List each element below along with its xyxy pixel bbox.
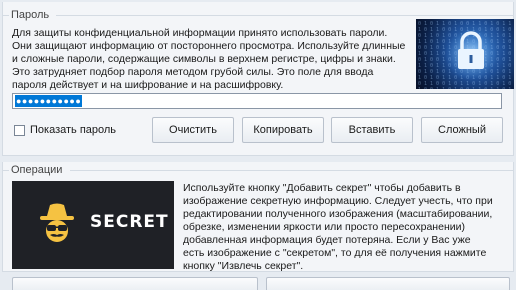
secret-label: SECRET bbox=[90, 212, 169, 232]
extract-secret-button[interactable] bbox=[266, 277, 510, 290]
paste-button[interactable]: Вставить bbox=[331, 117, 413, 143]
password-input[interactable]: ●●●●●●●●●●● bbox=[12, 93, 502, 109]
clear-button[interactable]: Очистить bbox=[152, 117, 234, 143]
secret-illustration: SECRET bbox=[12, 181, 174, 269]
operations-group-border bbox=[3, 170, 9, 171]
spy-icon bbox=[40, 203, 74, 242]
password-group-border bbox=[56, 15, 514, 16]
show-password-checkbox[interactable]: Показать пароль bbox=[14, 124, 116, 136]
password-description: Для защиты конфиденциальной информации п… bbox=[12, 27, 406, 91]
padlock-icon bbox=[445, 29, 497, 81]
generate-hard-password-button[interactable]: Сложный bbox=[421, 117, 503, 143]
password-value: ●●●●●●●●●●● bbox=[15, 95, 83, 107]
password-group-border bbox=[3, 15, 9, 16]
operations-description: Используйте кнопку "Добавить секрет" что… bbox=[183, 182, 493, 272]
operations-group-title: Операции bbox=[11, 164, 63, 176]
add-secret-button[interactable] bbox=[12, 277, 258, 290]
copy-button[interactable]: Копировать bbox=[242, 117, 324, 143]
password-group-title: Пароль bbox=[11, 9, 50, 21]
checkbox-box[interactable] bbox=[14, 124, 25, 136]
password-illustration: 0 1 0 1 1 0 1 0 0 1 1 0 1 0 1 1 1 0 1 1 … bbox=[416, 19, 514, 89]
show-password-label: Показать пароль bbox=[30, 124, 117, 136]
operations-group-border bbox=[70, 170, 514, 171]
